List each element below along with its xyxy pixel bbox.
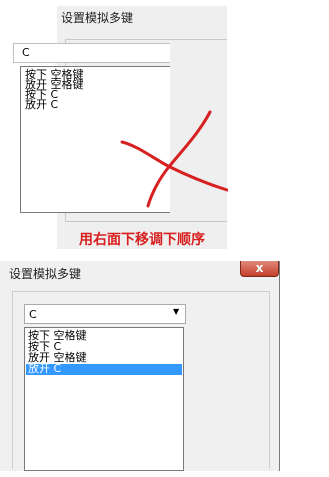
chevron-down-icon[interactable]: ▼ bbox=[173, 307, 179, 316]
bottom-key-combobox[interactable]: C ▼ bbox=[24, 304, 186, 324]
top-key-combobox-value: C bbox=[22, 46, 30, 59]
list-item-selected[interactable]: 放开 C bbox=[28, 363, 61, 374]
bottom-dialog-window: 设置模拟多键 x C ▼ 按下 空格键 按下 C 放开 空格键 放开 C bbox=[0, 261, 280, 471]
red-cross-mark-icon bbox=[120, 110, 228, 208]
top-dialog-title: 设置模拟多键 bbox=[61, 11, 134, 25]
close-button[interactable]: x bbox=[240, 261, 279, 277]
top-key-combobox[interactable]: C bbox=[13, 43, 170, 63]
bottom-key-combobox-value: C bbox=[29, 308, 37, 321]
close-icon: x bbox=[255, 261, 264, 275]
bottom-key-sequence-list[interactable]: 按下 空格键 按下 C 放开 空格键 放开 C bbox=[24, 327, 184, 471]
list-item[interactable]: 放开 C bbox=[25, 99, 58, 110]
hint-annotation-text: 用右面下移调下顺序 bbox=[77, 229, 207, 249]
bottom-dialog-title: 设置模拟多键 bbox=[9, 267, 82, 281]
